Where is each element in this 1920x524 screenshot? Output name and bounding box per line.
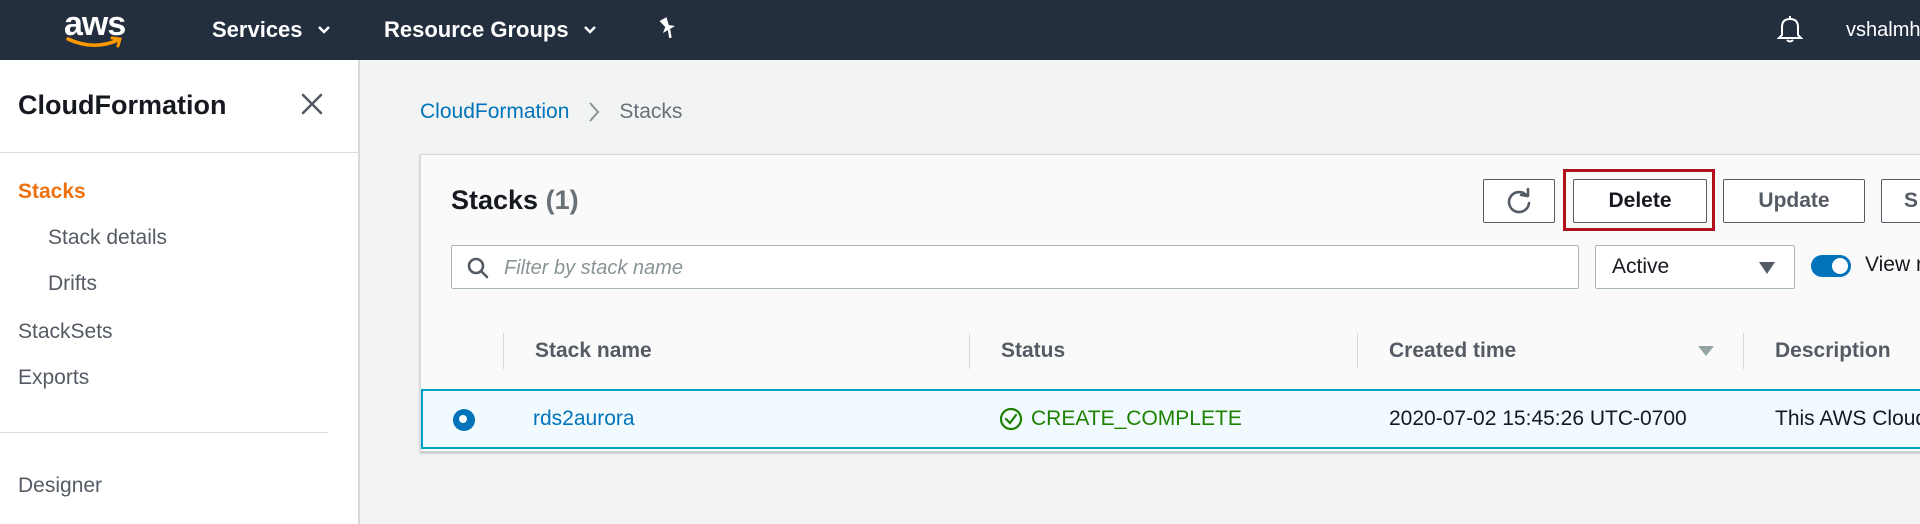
- status-filter-value: Active: [1612, 255, 1670, 278]
- check-circle-icon: [999, 407, 1023, 431]
- stack-actions-button[interactable]: S: [1881, 179, 1920, 223]
- caret-down-icon: [1759, 262, 1775, 274]
- services-label: Services: [212, 17, 303, 42]
- sidebar-title: CloudFormation: [18, 90, 227, 120]
- sidebar: CloudFormation Stacks Stack details Drif…: [0, 60, 360, 524]
- sidebar-item-stacks[interactable]: Stacks: [18, 180, 86, 204]
- refresh-icon: [1507, 187, 1531, 214]
- column-header-status[interactable]: Status: [1001, 313, 1065, 389]
- services-menu[interactable]: Services: [212, 0, 331, 60]
- view-nested-label: View n: [1865, 253, 1920, 276]
- breadcrumb-current: Stacks: [619, 100, 683, 123]
- created-time-cell: 2020-07-02 15:45:26 UTC-0700: [1389, 407, 1687, 430]
- radio-dot: [459, 415, 467, 423]
- user-menu[interactable]: vshalmh: [1846, 0, 1920, 60]
- status-text: CREATE_COMPLETE: [1031, 407, 1242, 430]
- panel-title: Stacks (1): [451, 185, 579, 216]
- status-filter-select[interactable]: Active: [1595, 245, 1795, 289]
- breadcrumb-cloudformation[interactable]: CloudFormation: [420, 100, 569, 124]
- column-header-stack-name[interactable]: Stack name: [535, 313, 652, 389]
- column-header-description[interactable]: Description: [1775, 313, 1891, 389]
- search-icon: [467, 257, 489, 279]
- sidebar-divider: [0, 432, 328, 433]
- sort-descending-icon[interactable]: [1697, 345, 1715, 357]
- panel-header: Stacks (1) Delete Update S Active: [421, 155, 1920, 314]
- aws-logo[interactable]: aws: [64, 6, 126, 50]
- sidebar-item-stacksets[interactable]: StackSets: [18, 320, 113, 344]
- stack-actions-label: S: [1903, 189, 1918, 212]
- column-header-created-time[interactable]: Created time: [1389, 313, 1516, 389]
- chevron-down-icon: [583, 26, 596, 34]
- chevron-right-icon: [589, 102, 600, 122]
- update-button[interactable]: Update: [1723, 179, 1865, 223]
- row-radio[interactable]: [453, 409, 475, 431]
- sidebar-item-stack-details[interactable]: Stack details: [48, 226, 167, 250]
- sidebar-item-drifts[interactable]: Drifts: [48, 272, 97, 296]
- table-header: Stack name Status Created time Descripti…: [421, 313, 1920, 390]
- refresh-button[interactable]: [1483, 179, 1555, 223]
- column-divider: [969, 333, 970, 369]
- stack-count: (1): [545, 185, 579, 215]
- panel-title-text: Stacks: [451, 185, 539, 215]
- bell-icon[interactable]: [1776, 14, 1804, 44]
- stack-name-link[interactable]: rds2aurora: [533, 391, 635, 447]
- close-icon[interactable]: [298, 90, 326, 118]
- sidebar-divider: [0, 152, 358, 153]
- search-box[interactable]: [451, 245, 1579, 290]
- table-row[interactable]: rds2aurora CREATE_COMPLETE 2020-07-02 15…: [421, 389, 1920, 449]
- breadcrumb: CloudFormation Stacks: [420, 100, 682, 124]
- aws-smile-icon: [66, 36, 122, 48]
- search-input[interactable]: [502, 246, 1566, 290]
- toggle-knob: [1832, 258, 1848, 274]
- stacks-panel: Stacks (1) Delete Update S Active: [420, 154, 1920, 452]
- pin-icon[interactable]: [656, 16, 678, 42]
- resource-groups-menu[interactable]: Resource Groups: [384, 0, 597, 60]
- chevron-down-icon: [317, 26, 330, 34]
- column-divider: [1743, 333, 1744, 369]
- column-divider: [503, 333, 504, 369]
- delete-button[interactable]: Delete: [1573, 179, 1707, 223]
- view-nested-toggle[interactable]: [1811, 255, 1851, 277]
- resource-groups-label: Resource Groups: [384, 17, 569, 42]
- top-nav: aws Services Resource Groups vshalmh: [0, 0, 1920, 60]
- column-divider: [1357, 333, 1358, 369]
- sidebar-item-designer[interactable]: Designer: [18, 474, 102, 498]
- sidebar-item-exports[interactable]: Exports: [18, 366, 89, 390]
- description-cell: This AWS Cloud: [1775, 407, 1920, 430]
- status-cell: CREATE_COMPLETE: [999, 391, 1242, 447]
